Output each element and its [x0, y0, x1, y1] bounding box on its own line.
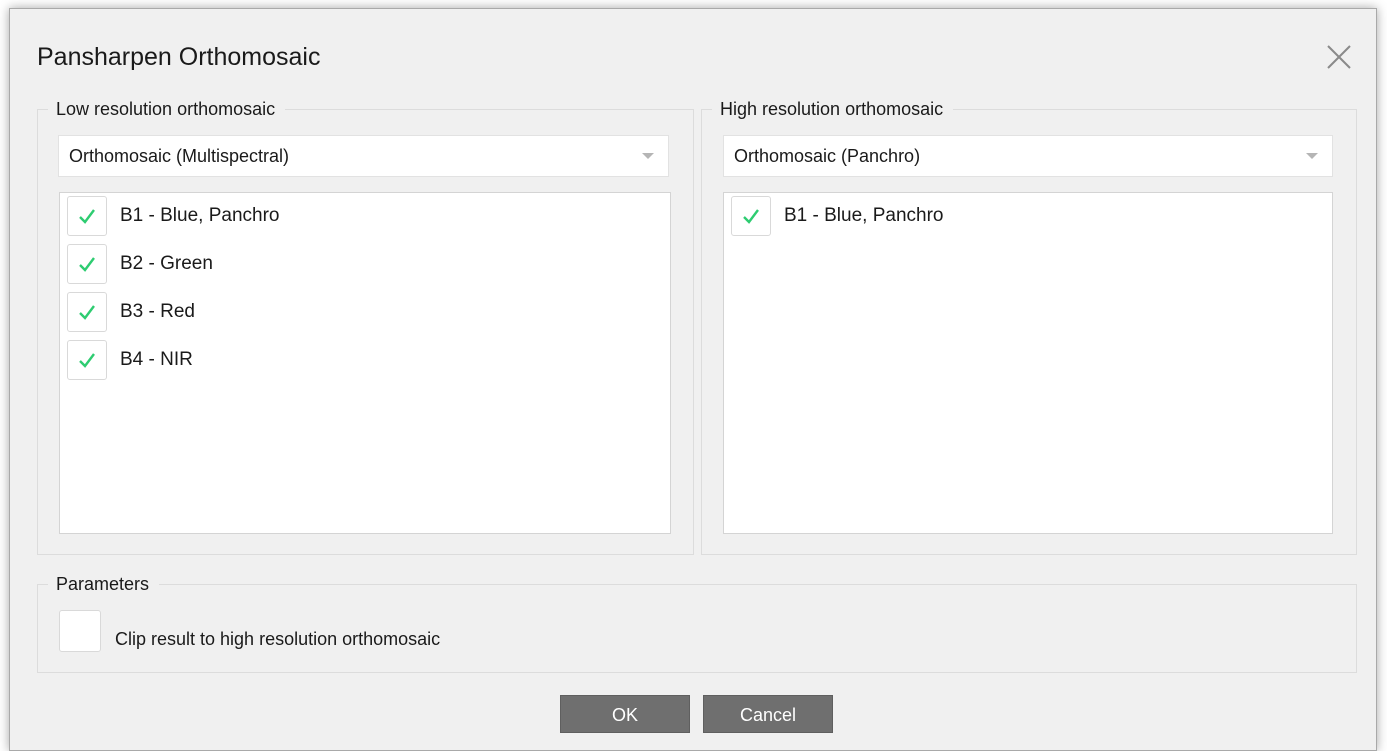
band-checkbox-b4[interactable]	[67, 340, 107, 380]
high-res-select[interactable]: Orthomosaic (Panchro)	[723, 135, 1333, 177]
high-res-group: High resolution orthomosaic Orthomosaic …	[701, 98, 1357, 555]
band-checkbox-b2[interactable]	[67, 244, 107, 284]
band-item-b2[interactable]: B2 - Green	[67, 243, 213, 285]
band-checkbox-b1[interactable]	[67, 196, 107, 236]
low-res-group-label: Low resolution orthomosaic	[48, 98, 286, 120]
low-res-select[interactable]: Orthomosaic (Multispectral)	[58, 135, 669, 177]
band-item-b3[interactable]: B3 - Red	[67, 291, 195, 333]
low-res-group: Low resolution orthomosaic Orthomosaic (…	[37, 98, 694, 555]
band-checkbox-b3[interactable]	[67, 292, 107, 332]
chevron-down-icon	[642, 153, 654, 159]
band-label-b3: B3 - Red	[120, 301, 195, 322]
band-item-b1[interactable]: B1 - Blue, Panchro	[67, 195, 279, 237]
band-label-b2: B2 - Green	[120, 253, 213, 274]
band-checkbox-b1[interactable]	[731, 196, 771, 236]
checkmark-icon	[79, 305, 95, 320]
high-res-group-label: High resolution orthomosaic	[712, 98, 954, 120]
pansharpen-dialog: Pansharpen Orthomosaic Low resolution or…	[9, 8, 1377, 751]
dialog-title: Pansharpen Orthomosaic	[37, 43, 321, 71]
ok-button[interactable]: OK	[560, 695, 690, 733]
checkmark-icon	[79, 257, 95, 272]
band-label-b1: B1 - Blue, Panchro	[120, 205, 280, 226]
clip-checkbox[interactable]	[59, 610, 101, 652]
low-res-select-value: Orthomosaic (Multispectral)	[69, 146, 290, 166]
band-label-b4: B4 - NIR	[120, 349, 193, 370]
high-res-band-list[interactable]: B1 - Blue, Panchro	[723, 192, 1333, 534]
cancel-button[interactable]: Cancel	[703, 695, 833, 733]
high-res-select-value: Orthomosaic (Panchro)	[734, 146, 921, 166]
checkmark-icon	[79, 209, 95, 224]
parameters-group-label: Parameters	[48, 573, 160, 595]
close-button[interactable]	[1323, 41, 1355, 73]
band-label-b1: B1 - Blue, Panchro	[784, 205, 944, 226]
close-icon	[1327, 45, 1351, 69]
checkmark-icon	[743, 209, 759, 224]
band-item-b4[interactable]: B4 - NIR	[67, 339, 193, 381]
low-res-band-list[interactable]: B1 - Blue, Panchro B2 - Green B3 - Red B…	[59, 192, 671, 534]
band-item-b1[interactable]: B1 - Blue, Panchro	[731, 195, 943, 237]
chevron-down-icon	[1306, 153, 1318, 159]
clip-label: Clip result to high resolution orthomosa…	[115, 629, 441, 649]
checkmark-icon	[79, 353, 95, 368]
